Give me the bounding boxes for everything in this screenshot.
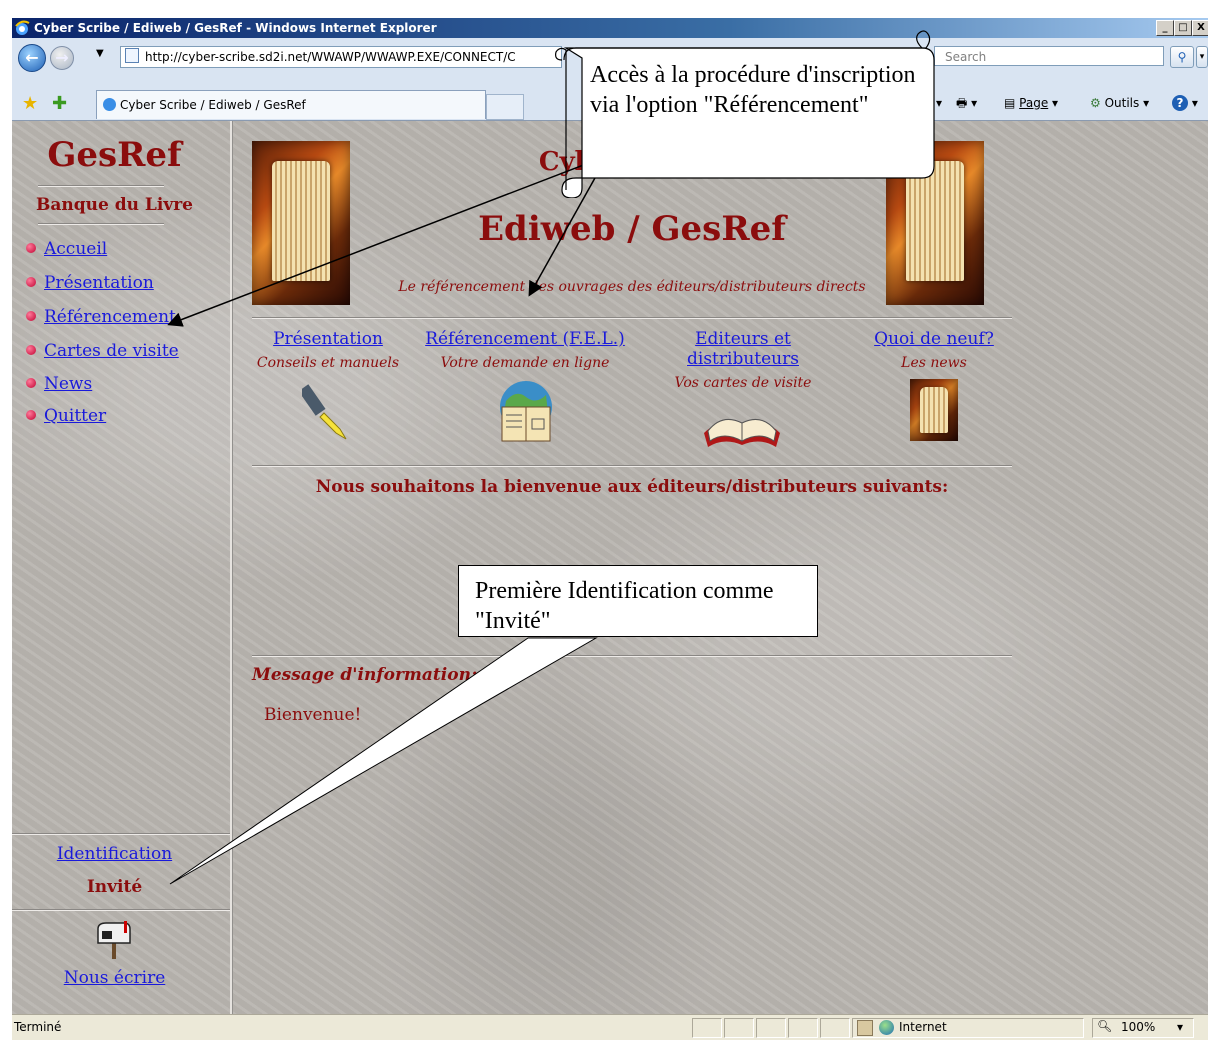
zoom-control[interactable]: 🔍︎ 100% ▾ [1092,1018,1194,1038]
status-cell [756,1018,786,1038]
guest-callout-text: Première Identification comme "Invité" [475,578,774,634]
globe-icon [879,1020,894,1035]
registration-callout: Accès à la procédure d'inscription via l… [552,28,936,198]
status-cell [788,1018,818,1038]
guest-callout: Première Identification comme "Invité" [458,565,818,637]
status-text: Terminé [14,1020,62,1034]
registration-callout-text: Accès à la procédure d'inscription via l… [590,62,916,118]
zone-label: Internet [899,1020,947,1034]
zoom-dropdown-icon: ▾ [1177,1020,1184,1034]
zoom-icon: 🔍︎ [1097,1019,1113,1033]
status-cell [692,1018,722,1038]
protected-mode-icon [857,1020,873,1036]
status-cell [820,1018,850,1038]
security-zone[interactable]: Internet [852,1018,1084,1038]
zoom-level: 100% [1121,1020,1156,1034]
guest-callout-tail [169,637,598,885]
status-bar: Terminé Internet 🔍︎ 100% ▾ [12,1014,1208,1040]
status-cell [724,1018,754,1038]
